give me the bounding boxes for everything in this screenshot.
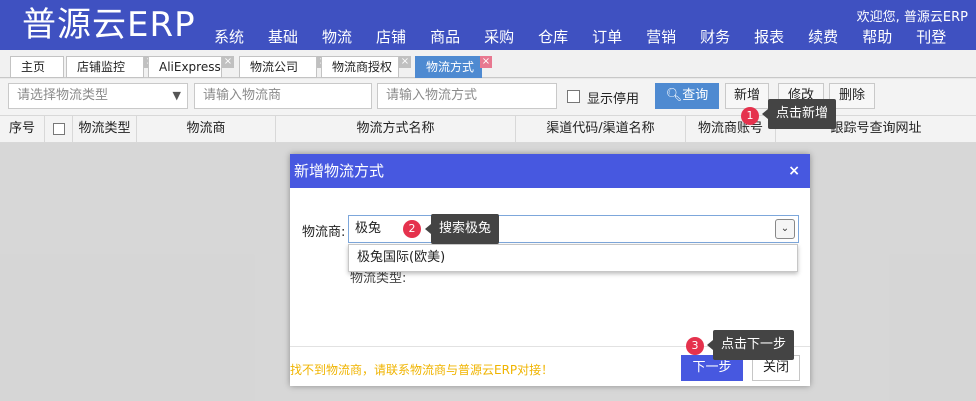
menu-item-order[interactable]: 订单 [592,26,622,47]
dialog-title-bar: 新增物流方式 × [290,154,810,188]
add-button[interactable]: 新增 [725,83,769,109]
tab-close-icon[interactable]: × [480,56,492,68]
contact-note: 找不到物流商，请联系物流商与普源云ERP对接！ [290,363,554,377]
callout-click-add: 点击新增 [761,99,837,129]
close-icon[interactable]: × [788,163,800,179]
provider-option[interactable]: 极兔国际(欧美) [348,244,798,272]
tab-home[interactable]: 主页 [10,56,64,78]
menu-item-renew[interactable]: 续费 [808,26,838,47]
tab-logistics-method[interactable]: 物流方式 × [415,56,492,78]
tab-close-icon[interactable]: × [399,56,411,68]
show-disabled-checkbox[interactable] [567,90,580,103]
chevron-down-icon[interactable]: ⌄ [775,219,795,239]
column-header: 物流方式名称 [276,116,516,143]
select-all-cell [45,116,73,143]
tab-close-icon[interactable]: × [222,56,234,68]
tab-provider-auth[interactable]: 物流商授权 × [321,56,411,78]
callout-search-provider: 搜索极兔 [424,214,500,244]
column-header: 物流商账号 [686,116,776,143]
menu-item-marketing[interactable]: 营销 [646,26,676,47]
page-tab-bar: 主页 店铺监控 × AliExpress × 物流公司 × 物流商授权 × 物流… [0,50,976,78]
menu-item-product[interactable]: 商品 [430,26,460,47]
tab-store-monitor[interactable]: 店铺监控 × [66,56,156,78]
app-logo[interactable]: 普源云ERP [22,5,196,45]
menu-item-report[interactable]: 报表 [754,26,784,47]
select-placeholder: 请选择物流类型 [17,88,109,103]
menu-item-warehouse[interactable]: 仓库 [538,26,568,47]
top-nav-bar: 普源云ERP 欢迎您, 普源云ERP 系统 基础 物流 店铺 商品 采购 仓库 … [0,0,976,50]
select-all-checkbox[interactable] [52,122,65,135]
menu-item-basic[interactable]: 基础 [268,26,298,47]
search-icon: 🔍︎ [665,88,683,103]
menu-item-finance[interactable]: 财务 [700,26,730,47]
logistics-type-select[interactable]: 请选择物流类型 ▼ [8,83,188,109]
query-button[interactable]: 🔍︎查询 [655,83,719,109]
tab-label: 物流方式 [426,60,475,74]
column-header: 渠道代码/渠道名称 [516,116,686,143]
menu-item-store[interactable]: 店铺 [376,26,406,47]
step-marker-1: 1 [741,107,759,125]
dialog-title: 新增物流方式 [294,162,385,180]
menu-item-publish[interactable]: 刊登 [916,26,946,47]
menu-item-logistics[interactable]: 物流 [322,26,352,47]
column-header: 序号 [0,116,45,143]
tab-label: 物流公司 [250,60,299,74]
tab-aliexpress[interactable]: AliExpress × [148,56,234,78]
menu-item-system[interactable]: 系统 [214,26,244,47]
step-marker-3: 3 [686,337,704,355]
column-header: 物流类型 [73,116,137,143]
tab-label: 物流商授权 [332,60,393,74]
tab-label: AliExpress [159,60,221,74]
provider-label: 物流商: [302,225,346,240]
provider-input[interactable]: 请输入物流商 [194,83,372,109]
method-input[interactable]: 请输入物流方式 [377,83,557,109]
tab-logistics-company[interactable]: 物流公司 × [239,56,329,78]
welcome-text: 欢迎您, 普源云ERP [856,10,968,25]
callout-click-next: 点击下一步 [706,330,795,360]
show-disabled-label: 显示停用 [587,92,640,107]
column-header: 物流商 [137,116,276,143]
menu-item-purchase[interactable]: 采购 [484,26,514,47]
main-menu: 系统 基础 物流 店铺 商品 采购 仓库 订单 营销 财务 报表 续费 帮助 刊… [214,26,970,47]
chevron-down-icon: ▼ [172,89,181,102]
tab-label: 店铺监控 [77,60,126,74]
menu-item-help[interactable]: 帮助 [862,26,892,47]
provider-search-value: 极兔 [355,221,382,236]
tab-label: 主页 [21,60,46,74]
step-marker-2: 2 [403,220,421,238]
